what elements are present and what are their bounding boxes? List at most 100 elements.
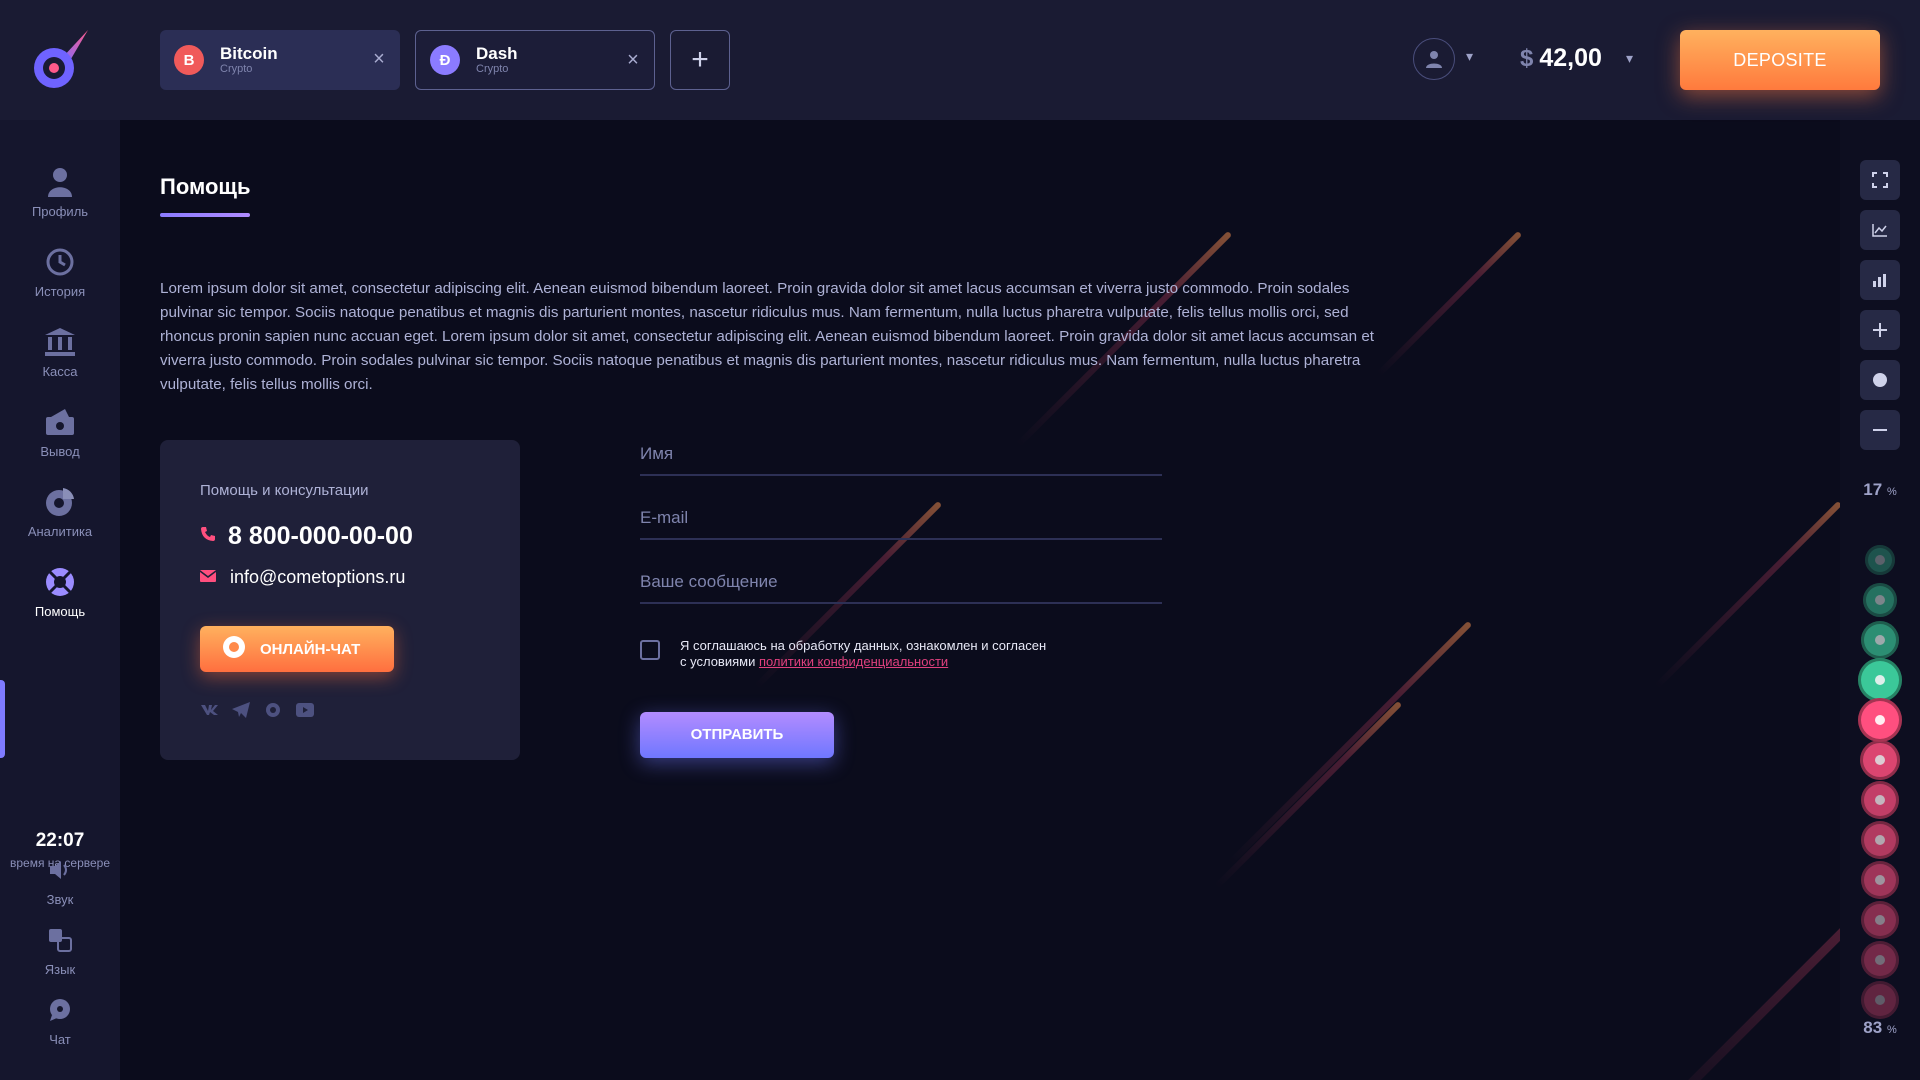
account-button[interactable] [1413, 38, 1455, 80]
consent-text: Я соглашаюсь на обработку данных, ознако… [680, 638, 1046, 670]
sentiment-dot [1861, 861, 1899, 899]
sidebar-item-sound[interactable]: Звук [0, 854, 120, 924]
zoom-out-button[interactable] [1860, 410, 1900, 450]
comet-streak [1654, 500, 1840, 689]
sidebar-item-history[interactable]: История [0, 246, 120, 316]
sentiment-dot [1861, 621, 1899, 659]
comet-streak [1227, 620, 1473, 866]
close-icon[interactable]: × [624, 50, 642, 70]
minus-icon [1873, 429, 1887, 431]
name-input[interactable] [640, 436, 1162, 464]
sentiment-dot [1865, 545, 1895, 575]
sidebar-item-help[interactable]: Помощь [0, 566, 120, 636]
sentiment-dot [1863, 583, 1897, 617]
tab-dash[interactable]: Đ Dash Crypto × [415, 30, 655, 90]
sidebar-item-cash[interactable]: Касса [0, 326, 120, 396]
sidebar-item-label: Касса [42, 364, 78, 379]
sidebar-item-label: Язык [44, 962, 76, 977]
dot-icon [1873, 373, 1887, 387]
youtube-icon[interactable] [296, 702, 314, 718]
email-input[interactable] [640, 500, 1162, 528]
sentiment-dot [1861, 941, 1899, 979]
chevron-down-icon[interactable]: ▾ [1626, 50, 1633, 67]
help-icon [44, 566, 76, 598]
close-icon[interactable]: × [370, 49, 388, 69]
title-underline [160, 213, 250, 217]
sidebar-item-language[interactable]: Язык [0, 924, 120, 994]
message-field[interactable] [640, 564, 1162, 604]
comet-logo-icon[interactable] [28, 28, 92, 92]
email-row: info@cometoptions.ru [199, 567, 405, 588]
comet-streak [1648, 851, 1840, 1080]
contact-title: Помощь и консультации [200, 482, 369, 499]
analytics-icon [44, 486, 76, 518]
bar-chart-icon [1873, 274, 1886, 287]
add-tab-button[interactable]: + [670, 30, 730, 90]
history-icon [44, 246, 76, 278]
buy-percentage: 17 % [1840, 480, 1920, 500]
tab-type: Crypto [220, 63, 253, 75]
comet-streak [1214, 700, 1403, 889]
bank-icon [44, 326, 76, 358]
fullscreen-button[interactable] [1860, 160, 1900, 200]
tab-name: Dash [476, 44, 518, 63]
sentiment-dot [1858, 698, 1902, 742]
consent-text-line1: Я соглашаюсь на обработку данных, ознако… [680, 638, 1047, 653]
intro-text: Lorem ipsum dolor sit amet, consectetur … [160, 280, 1374, 393]
user-icon [44, 166, 76, 198]
currency-symbol: $ [1520, 45, 1534, 72]
mail-icon [199, 569, 217, 587]
percent-unit: % [1886, 1024, 1897, 1036]
phone-number[interactable]: 8 800-000-00-00 [228, 522, 413, 551]
language-icon [44, 924, 76, 956]
chevron-down-icon[interactable]: ▾ [1466, 48, 1473, 65]
sidebar-item-profile[interactable]: Профиль [0, 166, 120, 236]
tab-type: Crypto [476, 63, 509, 75]
balance-amount: 42,00 [1539, 44, 1602, 72]
consent-text-line2: с условиями [680, 654, 759, 669]
sidebar-item-label: Вывод [40, 444, 80, 459]
consent-row: Я соглашаюсь на обработку данных, ознако… [640, 638, 1046, 670]
sidebar-item-label: Звук [46, 892, 74, 907]
active-indicator [0, 680, 5, 758]
sentiment-dot [1861, 781, 1899, 819]
chat-icon [222, 635, 246, 664]
tab-name: Bitcoin [220, 44, 278, 63]
vk-icon[interactable] [200, 702, 218, 718]
email-field[interactable] [640, 500, 1162, 540]
sidebar-item-label: Аналитика [27, 524, 93, 539]
consent-checkbox[interactable] [640, 640, 660, 660]
line-chart-button[interactable] [1860, 210, 1900, 250]
messenger-icon[interactable] [264, 702, 282, 718]
submit-button[interactable]: ОТПРАВИТЬ [640, 712, 834, 758]
social-links [200, 702, 314, 718]
chat-icon [44, 994, 76, 1026]
message-input[interactable] [640, 564, 1162, 592]
sentiment-dot [1861, 981, 1899, 1019]
telegram-icon[interactable] [232, 702, 250, 718]
deposit-button[interactable]: DEPOSITE [1680, 30, 1880, 90]
name-field[interactable] [640, 436, 1162, 476]
sentiment-dot [1861, 901, 1899, 939]
dash-icon: Đ [430, 45, 460, 75]
zoom-in-button[interactable] [1860, 310, 1900, 350]
sidebar-item-label: Чат [49, 1032, 71, 1047]
online-chat-button[interactable]: ОНЛАЙН-ЧАТ [200, 626, 394, 672]
bar-chart-button[interactable] [1860, 260, 1900, 300]
sidebar-item-analytics[interactable]: Аналитика [0, 486, 120, 556]
balance[interactable]: $ 42,00 [1520, 44, 1602, 73]
phone-icon [200, 526, 216, 547]
sidebar-item-chat[interactable]: Чат [0, 994, 120, 1064]
bitcoin-icon: B [174, 45, 204, 75]
email-link[interactable]: info@cometoptions.ru [230, 567, 405, 588]
sentiment-dot [1861, 821, 1899, 859]
privacy-policy-link[interactable]: политики конфиденциальности [759, 654, 948, 669]
sell-percentage-value: 83 [1863, 1018, 1883, 1037]
percent-unit: % [1886, 486, 1897, 498]
user-icon [1426, 51, 1442, 68]
sidebar-item-label: Помощь [34, 604, 86, 619]
reset-zoom-button[interactable] [1860, 360, 1900, 400]
sidebar-item-withdraw[interactable]: Вывод [0, 406, 120, 476]
sell-percentage: 83 % [1840, 1018, 1920, 1038]
tab-bitcoin[interactable]: B Bitcoin Crypto × [160, 30, 400, 90]
